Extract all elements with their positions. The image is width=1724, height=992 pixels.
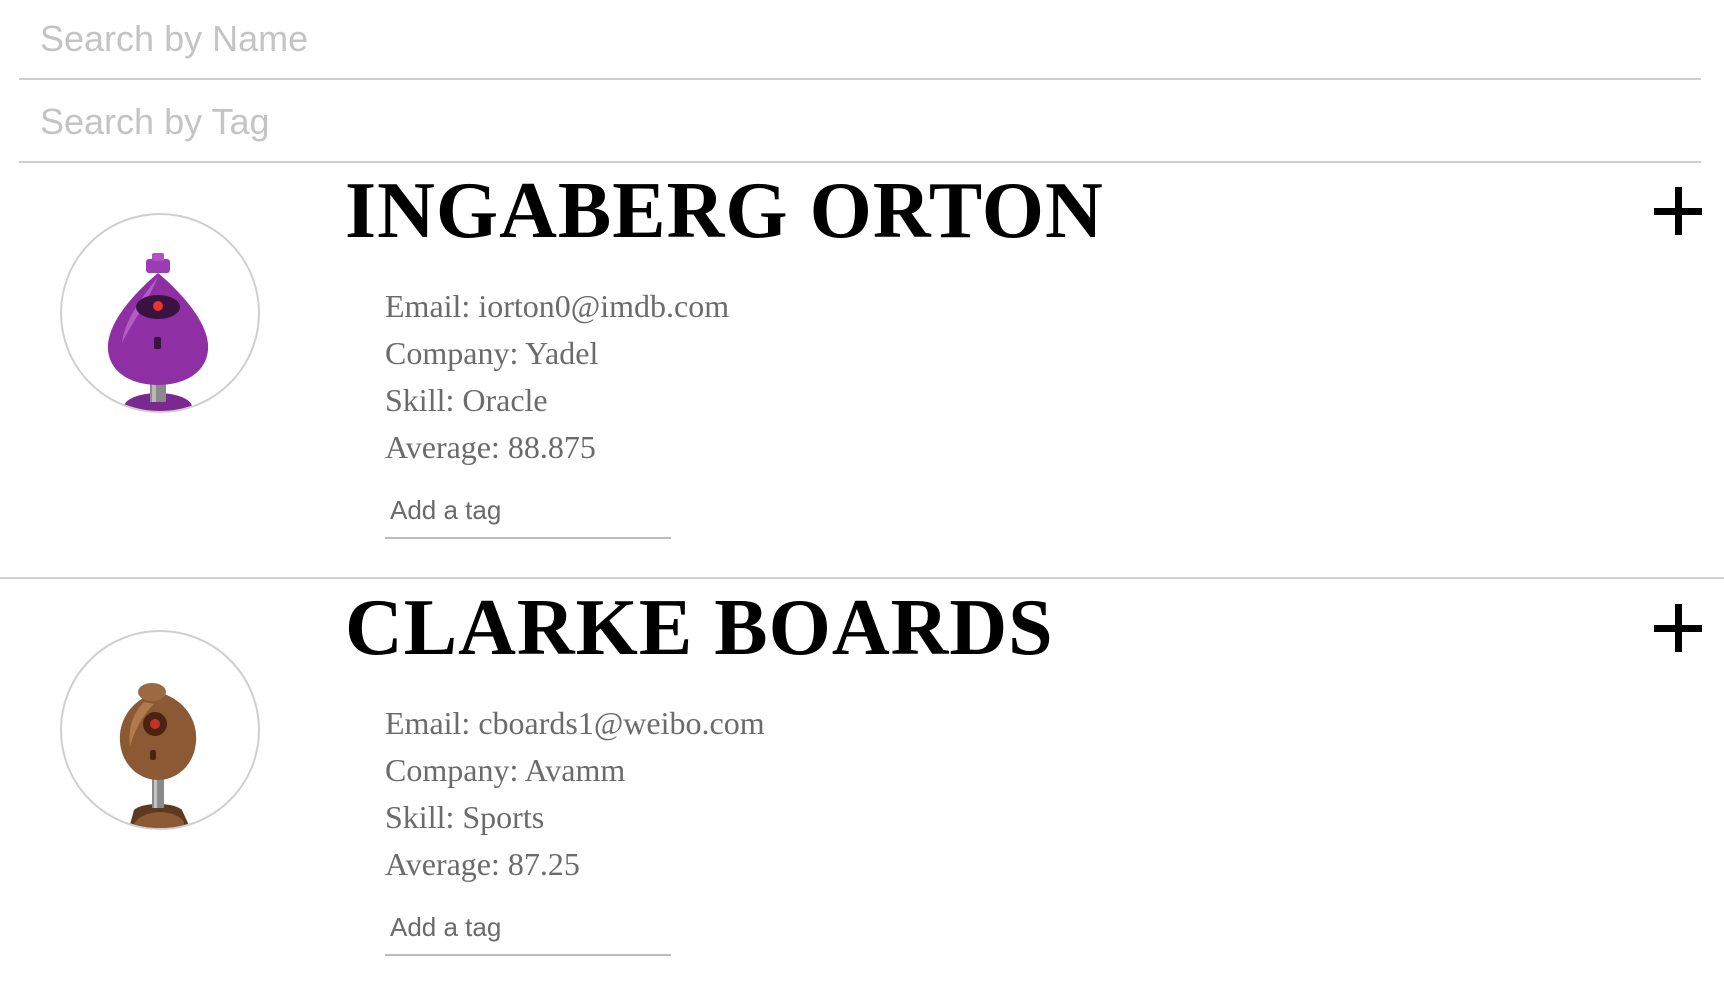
student-average: Average: 87.25 xyxy=(385,846,580,882)
add-tag-input[interactable] xyxy=(385,483,671,539)
add-tag-input[interactable] xyxy=(385,900,671,956)
student-name: CLARKE BOARDS xyxy=(345,584,1054,672)
student-average: Average: 88.875 xyxy=(385,429,596,465)
student-company: Company: Avamm xyxy=(385,752,626,788)
avatar xyxy=(60,213,260,413)
search-by-name-input[interactable] xyxy=(19,0,1701,80)
student-card: CLARKE BOARDS Email: cboards1@weibo.com … xyxy=(0,580,1724,992)
avatar xyxy=(60,630,260,830)
student-company: Company: Yadel xyxy=(385,335,599,371)
student-email: Email: iorton0@imdb.com xyxy=(385,288,730,324)
expand-grades-button[interactable] xyxy=(1650,600,1706,656)
student-details: Email: iorton0@imdb.com Company: Yadel S… xyxy=(385,283,729,471)
robot-avatar-icon xyxy=(119,683,197,828)
student-skill: Skill: Sports xyxy=(385,799,545,835)
student-card: INGABERG ORTON Email: iorton0@imdb.com C… xyxy=(0,163,1724,579)
student-skill: Skill: Oracle xyxy=(385,382,548,418)
student-email: Email: cboards1@weibo.com xyxy=(385,705,765,741)
robot-avatar-icon xyxy=(107,253,209,411)
student-details: Email: cboards1@weibo.com Company: Avamm… xyxy=(385,700,765,888)
search-by-tag-input[interactable] xyxy=(19,83,1701,163)
student-name: INGABERG ORTON xyxy=(345,167,1104,255)
student-list-page: INGABERG ORTON Email: iorton0@imdb.com C… xyxy=(0,0,1724,992)
expand-grades-button[interactable] xyxy=(1650,183,1706,239)
